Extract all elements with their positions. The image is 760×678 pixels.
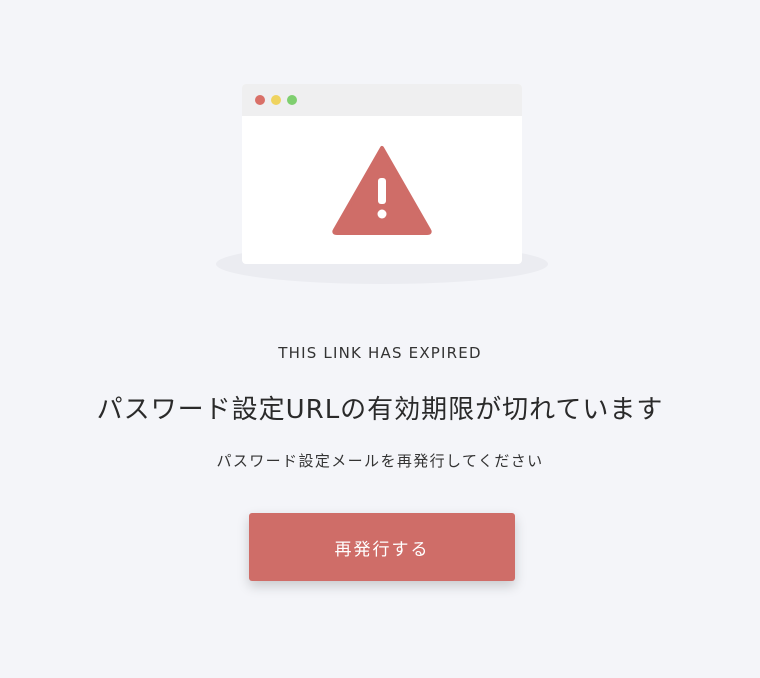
warning-triangle-icon [332, 146, 432, 235]
browser-window-illustration [242, 84, 522, 264]
instruction-text: パスワード設定メールを再発行してください [216, 452, 544, 470]
minimize-dot-icon [271, 95, 281, 105]
page-title: パスワード設定URLの有効期限が切れています [96, 395, 664, 425]
maximize-dot-icon [287, 95, 297, 105]
reissue-button[interactable]: 再発行する [249, 513, 515, 581]
browser-titlebar [242, 84, 522, 116]
close-dot-icon [255, 95, 265, 105]
expired-eyebrow: THIS LINK HAS EXPIRED [278, 344, 482, 362]
